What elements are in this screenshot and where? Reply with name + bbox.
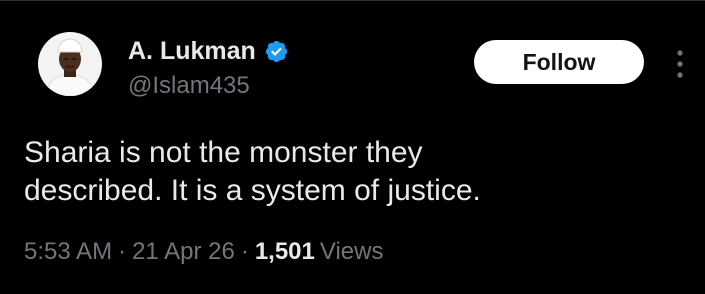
views-label: Views [319,238,384,265]
avatar-image [38,32,102,96]
tweet-meta: 5:53 AM · 21 Apr 26 · 1,501 Views [24,238,383,266]
more-vertical-icon[interactable] [668,47,692,81]
tweet-time[interactable]: 5:53 AM [24,238,112,266]
tweet-header: A. Lukman @Islam435 Follow [22,32,687,116]
user-handle[interactable]: @Islam435 [128,72,289,100]
author-info: A. Lukman @Islam435 [128,36,289,100]
top-divider [0,0,705,1]
tweet-date[interactable]: 21 Apr 26 [132,238,235,266]
avatar[interactable] [38,32,102,96]
display-name[interactable]: A. Lukman [128,37,256,66]
verified-badge-icon [264,39,289,64]
meta-separator: · [118,238,127,265]
views-count: 1,501 [254,238,315,265]
follow-button[interactable]: Follow [474,40,644,84]
meta-separator: · [240,238,249,265]
name-row: A. Lukman [128,36,289,66]
tweet-text: Sharia is not the monster they described… [24,136,481,207]
